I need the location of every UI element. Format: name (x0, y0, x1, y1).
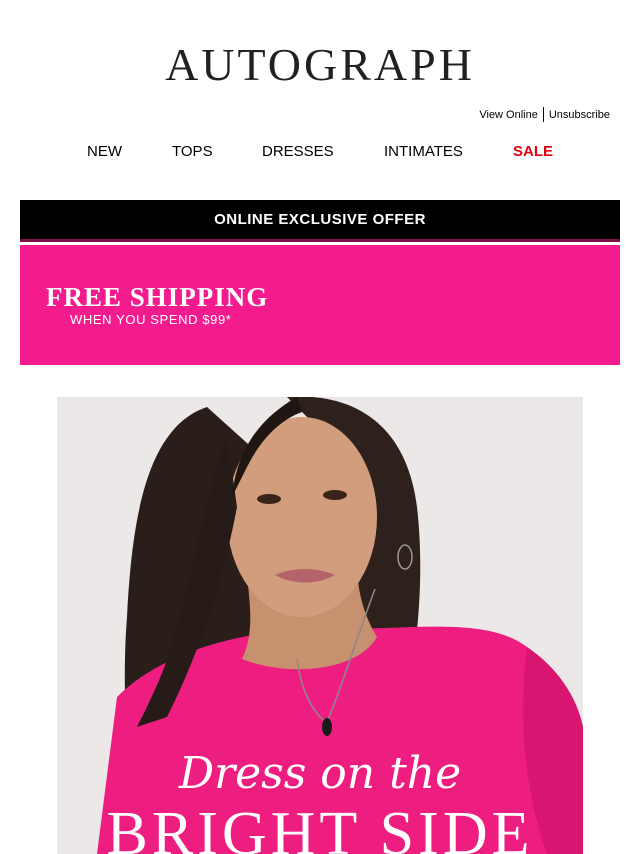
offer-bar-label: ONLINE EXCLUSIVE OFFER (214, 211, 426, 228)
utility-links: View Online Unsubscribe (479, 107, 610, 122)
brand-logo[interactable]: AUTOGRAPH (0, 38, 640, 92)
free-shipping-banner[interactable]: FREE SHIPPING WHEN YOU SPEND $99* (20, 245, 620, 365)
link-divider (542, 107, 544, 122)
nav-item-new[interactable]: NEW (87, 143, 122, 161)
view-online-link[interactable]: View Online (479, 109, 538, 121)
hero-title: BRIGHT SIDE (106, 800, 534, 854)
unsubscribe-link[interactable]: Unsubscribe (549, 109, 610, 121)
nav-item-intimates[interactable]: INTIMATES (384, 143, 463, 161)
offer-bar-divider (20, 239, 620, 242)
nav-item-sale[interactable]: SALE (513, 143, 553, 161)
hero-image[interactable]: Dress on the BRIGHT SIDE (57, 397, 583, 854)
nav-item-tops[interactable]: TOPS (172, 143, 213, 161)
free-shipping-title: FREE SHIPPING (46, 282, 269, 312)
nav-item-dresses[interactable]: DRESSES (262, 143, 334, 161)
hero-script-text: Dress on the (178, 748, 462, 799)
main-nav: NEW TOPS DRESSES INTIMATES SALE (0, 143, 640, 161)
online-exclusive-offer-bar[interactable]: ONLINE EXCLUSIVE OFFER (20, 200, 620, 242)
free-shipping-subtitle: WHEN YOU SPEND $99* (70, 312, 232, 327)
